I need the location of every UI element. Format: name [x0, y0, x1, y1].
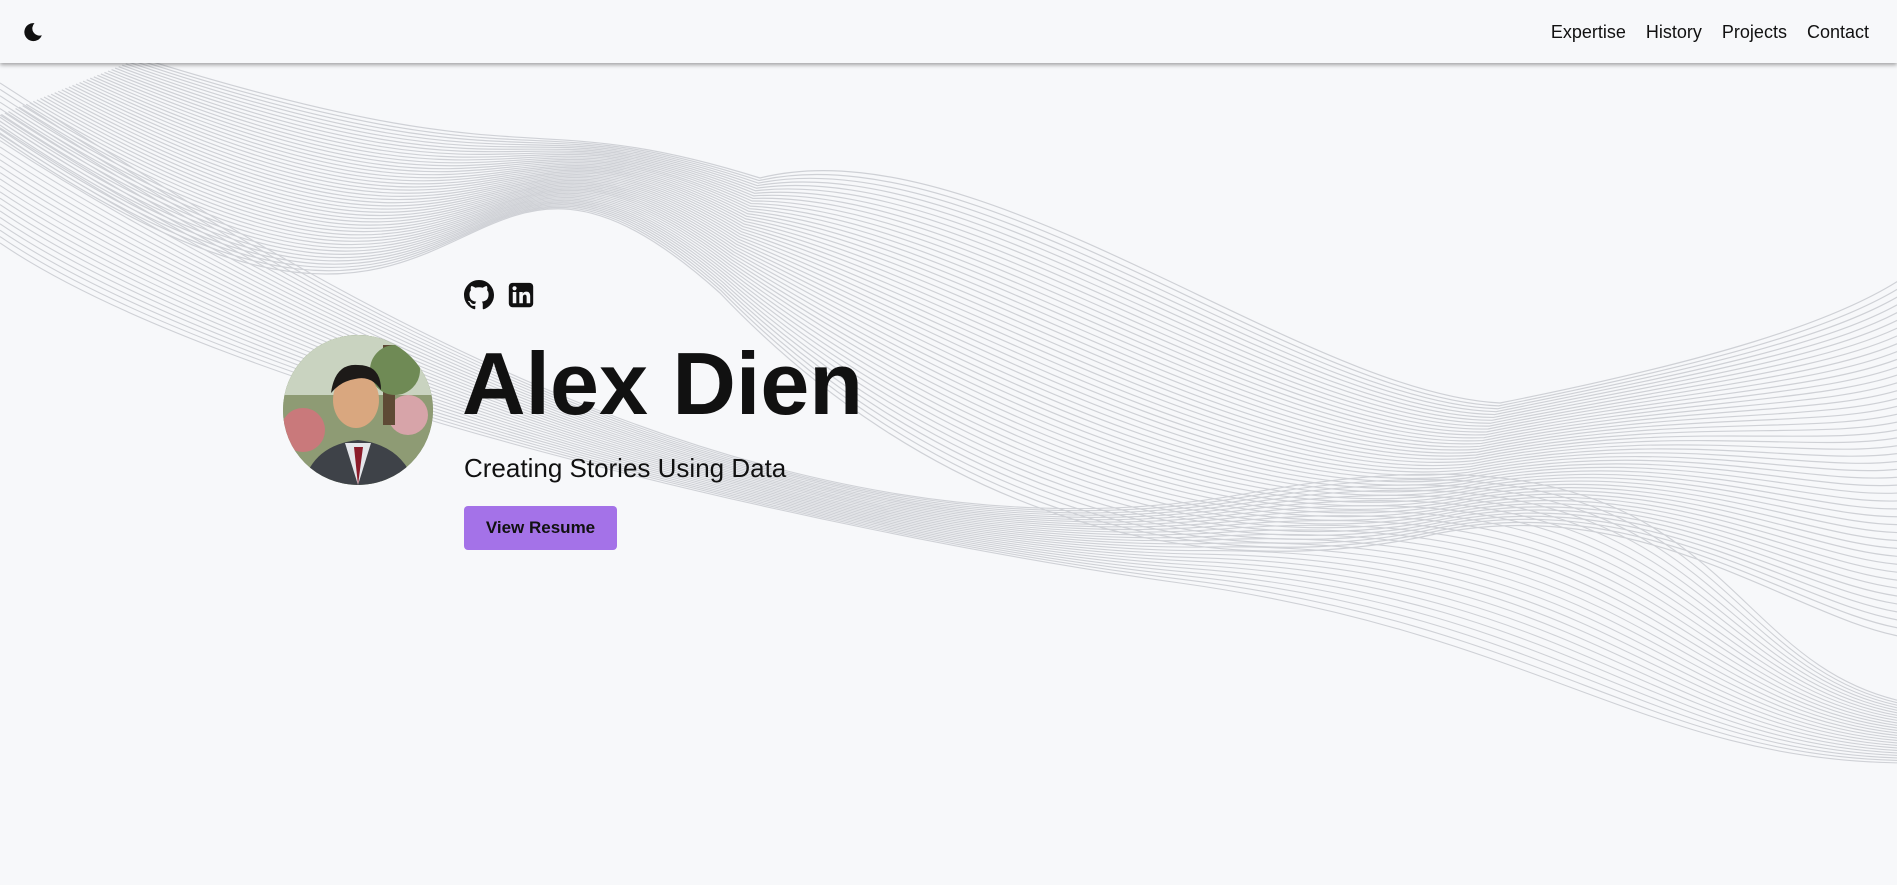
navbar: Expertise History Projects Contact: [0, 0, 1897, 63]
hero-section: Alex Dien Creating Stories Using Data Vi…: [0, 0, 1897, 885]
nav-history[interactable]: History: [1646, 20, 1702, 44]
nav-contact[interactable]: Contact: [1807, 20, 1869, 44]
linkedin-icon[interactable]: [506, 280, 536, 310]
page: Expertise History Projects Contact Alex …: [0, 0, 1897, 885]
moon-icon[interactable]: [22, 21, 44, 43]
view-resume-button[interactable]: View Resume: [464, 506, 617, 550]
nav-expertise[interactable]: Expertise: [1551, 20, 1626, 44]
github-icon[interactable]: [464, 280, 494, 310]
hero-name: Alex Dien: [462, 334, 864, 433]
hero-tagline: Creating Stories Using Data: [464, 453, 787, 483]
nav-projects[interactable]: Projects: [1722, 20, 1787, 44]
profile-photo: [283, 335, 433, 485]
main-nav: Expertise History Projects Contact: [1551, 20, 1869, 44]
social-links: [464, 280, 536, 310]
